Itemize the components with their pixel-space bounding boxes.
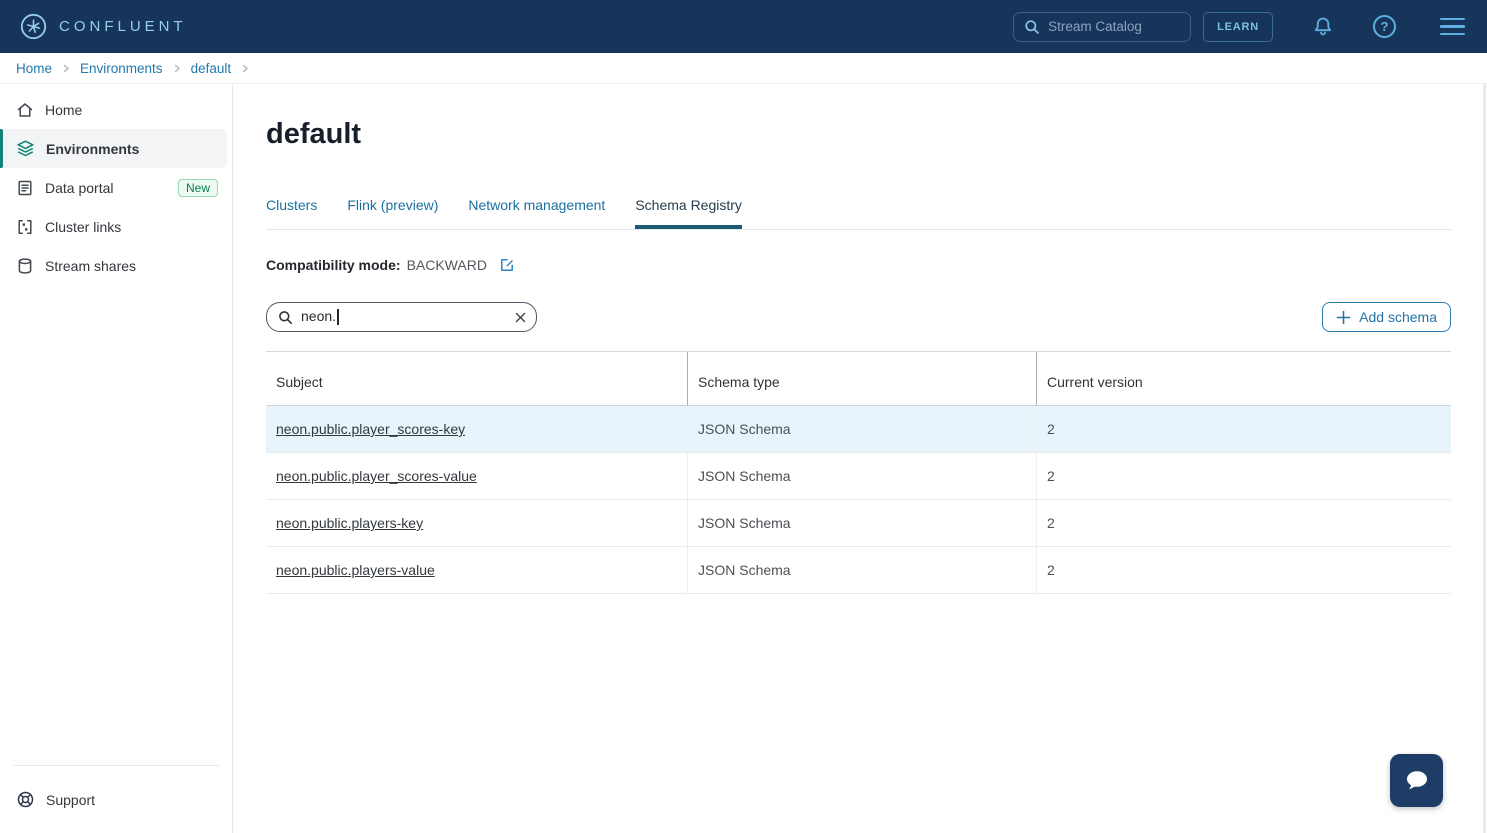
compatibility-mode-value: BACKWARD — [407, 257, 487, 273]
table-header-row: Subject Schema type Current version — [266, 352, 1451, 406]
table-row[interactable]: neon.public.players-key JSON Schema 2 — [266, 500, 1451, 547]
sidebar-item-label: Environments — [46, 141, 139, 157]
clear-search-icon[interactable] — [515, 312, 526, 323]
cluster-links-icon — [16, 218, 34, 236]
schema-type-cell: JSON Schema — [687, 453, 1036, 499]
tab-bar: Clusters Flink (preview) Network managem… — [266, 197, 1451, 230]
search-icon — [1024, 19, 1040, 35]
schema-search-input[interactable]: neon. — [266, 302, 537, 332]
table-row[interactable]: neon.public.player_scores-key JSON Schem… — [266, 406, 1451, 453]
sidebar-item-data-portal[interactable]: Data portal New — [0, 168, 232, 207]
search-input-value: neon. — [301, 308, 336, 324]
chevron-right-icon — [61, 63, 71, 74]
toolbar: neon. Add schema — [266, 302, 1451, 332]
breadcrumb: Home Environments default — [0, 53, 1487, 84]
document-icon — [16, 179, 34, 197]
schema-table: Subject Schema type Current version neon… — [266, 351, 1451, 594]
breadcrumb-default[interactable]: default — [191, 61, 232, 76]
current-version-cell: 2 — [1036, 453, 1451, 499]
help-icon[interactable]: ? — [1373, 15, 1396, 38]
chevron-right-icon — [172, 63, 182, 74]
compatibility-mode-row: Compatibility mode: BACKWARD — [266, 257, 1451, 273]
menu-icon[interactable] — [1440, 18, 1465, 36]
sidebar-item-stream-shares[interactable]: Stream shares — [0, 246, 232, 285]
sidebar: Home Environments Data portal New — [0, 84, 233, 833]
subject-link[interactable]: neon.public.players-value — [276, 562, 435, 578]
main-content: default Clusters Flink (preview) Network… — [233, 84, 1487, 833]
help-glyph: ? — [1381, 19, 1389, 34]
column-header-subject: Subject — [266, 352, 687, 405]
breadcrumb-environments[interactable]: Environments — [80, 61, 163, 76]
sidebar-item-label: Home — [45, 102, 82, 118]
lifebuoy-icon — [16, 790, 35, 809]
sidebar-item-home[interactable]: Home — [0, 90, 232, 129]
navbar-actions: Stream Catalog LEARN ? — [1013, 12, 1465, 42]
search-icon — [278, 310, 293, 325]
page-title: default — [266, 118, 1451, 151]
text-cursor — [337, 309, 339, 325]
new-badge: New — [178, 179, 218, 197]
database-icon — [16, 257, 34, 275]
sidebar-item-environments[interactable]: Environments — [0, 129, 227, 168]
tab-clusters[interactable]: Clusters — [266, 197, 317, 229]
add-schema-label: Add schema — [1359, 309, 1437, 325]
top-navbar: CONFLUENT Stream Catalog LEARN ? — [0, 0, 1487, 53]
notifications-bell-icon[interactable] — [1311, 15, 1335, 39]
column-header-schema-type: Schema type — [687, 352, 1036, 405]
edit-icon[interactable] — [499, 257, 515, 273]
sidebar-item-label: Data portal — [45, 180, 113, 196]
support-label: Support — [46, 792, 95, 808]
sidebar-item-cluster-links[interactable]: Cluster links — [0, 207, 232, 246]
sidebar-footer: Support — [0, 765, 233, 833]
subject-link[interactable]: neon.public.player_scores-key — [276, 421, 465, 437]
subject-link[interactable]: neon.public.player_scores-value — [276, 468, 477, 484]
chevron-right-icon — [240, 63, 250, 74]
chat-widget-button[interactable] — [1390, 754, 1443, 807]
subject-link[interactable]: neon.public.players-key — [276, 515, 423, 531]
stream-catalog-search[interactable]: Stream Catalog — [1013, 12, 1191, 42]
compatibility-mode-label: Compatibility mode: — [266, 257, 401, 273]
learn-button[interactable]: LEARN — [1203, 12, 1273, 42]
stream-catalog-placeholder: Stream Catalog — [1048, 19, 1142, 34]
schema-type-cell: JSON Schema — [687, 547, 1036, 593]
breadcrumb-home[interactable]: Home — [16, 61, 52, 76]
current-version-cell: 2 — [1036, 500, 1451, 546]
add-schema-button[interactable]: Add schema — [1322, 302, 1451, 332]
confluent-logo: CONFLUENT — [20, 13, 187, 40]
schema-type-cell: JSON Schema — [687, 406, 1036, 452]
chat-bubble-icon — [1402, 766, 1432, 796]
confluent-logo-icon — [20, 13, 47, 40]
table-row[interactable]: neon.public.player_scores-value JSON Sch… — [266, 453, 1451, 500]
layers-icon — [16, 139, 35, 158]
plus-icon — [1336, 310, 1351, 325]
scrollbar-track[interactable] — [1483, 84, 1486, 833]
current-version-cell: 2 — [1036, 406, 1451, 452]
schema-type-cell: JSON Schema — [687, 500, 1036, 546]
current-version-cell: 2 — [1036, 547, 1451, 593]
tab-schema-registry[interactable]: Schema Registry — [635, 197, 742, 229]
tab-network-management[interactable]: Network management — [468, 197, 605, 229]
column-header-current-version: Current version — [1036, 352, 1451, 405]
brand-text: CONFLUENT — [59, 18, 187, 35]
sidebar-item-label: Cluster links — [45, 219, 121, 235]
sidebar-item-support[interactable]: Support — [0, 766, 233, 833]
table-row[interactable]: neon.public.players-value JSON Schema 2 — [266, 547, 1451, 594]
home-icon — [16, 101, 34, 119]
tab-flink-preview[interactable]: Flink (preview) — [347, 197, 438, 229]
sidebar-item-label: Stream shares — [45, 258, 136, 274]
